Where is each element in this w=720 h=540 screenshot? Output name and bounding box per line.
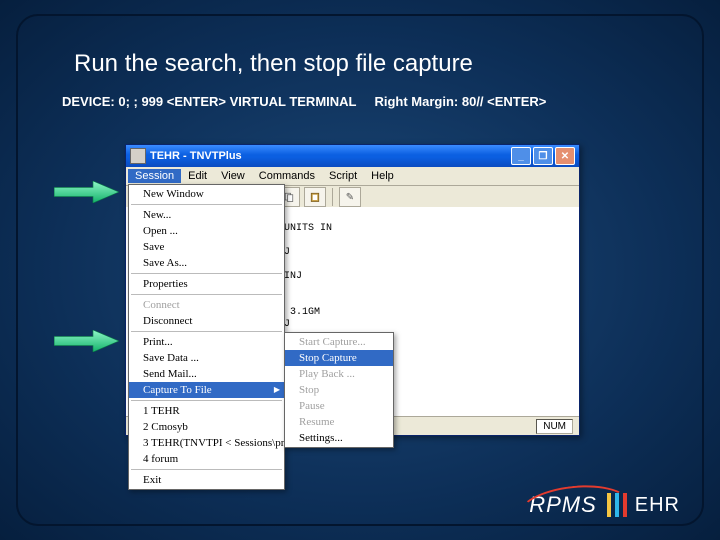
session-menu-item[interactable]: Save Data ... <box>129 350 284 366</box>
session-menu-item[interactable]: Exit <box>129 472 284 488</box>
capture-submenu-item[interactable]: Stop Capture <box>285 350 393 366</box>
app-icon <box>130 148 146 164</box>
rpms-logo: RPMS <box>529 492 597 518</box>
session-menu-item: Connect <box>129 297 284 313</box>
cmd-right: Right Margin: 80// <ENTER> <box>374 94 546 109</box>
menubar-item-commands[interactable]: Commands <box>252 169 322 183</box>
session-menu-item[interactable]: 1 TEHR <box>129 403 284 419</box>
capture-submenu-item: Play Back ... <box>285 366 393 382</box>
menu-separator <box>131 400 282 401</box>
slide-background: Run the search, then stop file capture D… <box>0 0 720 540</box>
session-menu-item[interactable]: New... <box>129 207 284 223</box>
session-menu-item[interactable]: 3 TEHR(TNVTPI < Sessions\prms <box>129 435 284 451</box>
session-menu[interactable]: New Window New...Open ...SaveSave As... Pr… <box>128 184 285 490</box>
menubar-item-session[interactable]: Session <box>128 169 181 183</box>
titlebar[interactable]: TEHR - TNVTPlus _ ❐ ✕ <box>126 145 579 167</box>
menu-separator <box>131 273 282 274</box>
capture-submenu-item[interactable]: Settings... <box>285 430 393 446</box>
menubar-item-help[interactable]: Help <box>364 169 401 183</box>
capture-submenu-item: Resume <box>285 414 393 430</box>
close-button[interactable]: ✕ <box>555 147 575 165</box>
session-menu-item[interactable]: Send Mail... <box>129 366 284 382</box>
cmd-left: DEVICE: 0; ; 999 <ENTER> VIRTUAL TERMINA… <box>62 94 356 109</box>
menu-separator <box>131 469 282 470</box>
session-menu-item[interactable]: Open ... <box>129 223 284 239</box>
session-menu-item[interactable]: Print... <box>129 334 284 350</box>
window-title: TEHR - TNVTPlus <box>150 150 242 162</box>
menubar-item-view[interactable]: View <box>214 169 252 183</box>
session-menu-item[interactable]: New Window <box>129 186 284 202</box>
minimize-button[interactable]: _ <box>511 147 531 165</box>
menu-separator <box>131 204 282 205</box>
menubar-item-script[interactable]: Script <box>322 169 364 183</box>
toolbar-separator <box>332 188 333 206</box>
menu-separator <box>131 294 282 295</box>
session-menu-item[interactable]: Save <box>129 239 284 255</box>
callout-arrow-session-menu <box>54 181 119 203</box>
menubar-item-edit[interactable]: Edit <box>181 169 214 183</box>
footer-logos: RPMS EHR <box>529 492 680 518</box>
session-menu-item[interactable]: Capture To File <box>129 382 284 398</box>
session-menu-item[interactable]: Properties <box>129 276 284 292</box>
slide-title: Run the search, then stop file capture <box>18 16 702 84</box>
callout-arrow-capture-item <box>54 330 119 352</box>
capture-to-file-submenu[interactable]: Start Capture...Stop CapturePlay Back ..… <box>284 332 394 448</box>
capture-submenu-item: Start Capture... <box>285 334 393 350</box>
capture-submenu-item: Stop <box>285 382 393 398</box>
menu-separator <box>131 331 282 332</box>
tool-paste-icon[interactable] <box>304 187 326 207</box>
status-mode: NUM <box>536 419 573 434</box>
session-menu-item[interactable]: Save As... <box>129 255 284 271</box>
tool-properties-icon[interactable]: ✎ <box>339 187 361 207</box>
session-menu-item[interactable]: Disconnect <box>129 313 284 329</box>
session-menu-item[interactable]: 2 Cmosyb <box>129 419 284 435</box>
command-line: DEVICE: 0; ; 999 <ENTER> VIRTUAL TERMINA… <box>18 84 702 109</box>
capture-submenu-item: Pause <box>285 398 393 414</box>
ehr-text: EHR <box>635 494 680 517</box>
session-menu-item[interactable]: 4 forum <box>129 451 284 467</box>
maximize-button[interactable]: ❐ <box>533 147 553 165</box>
